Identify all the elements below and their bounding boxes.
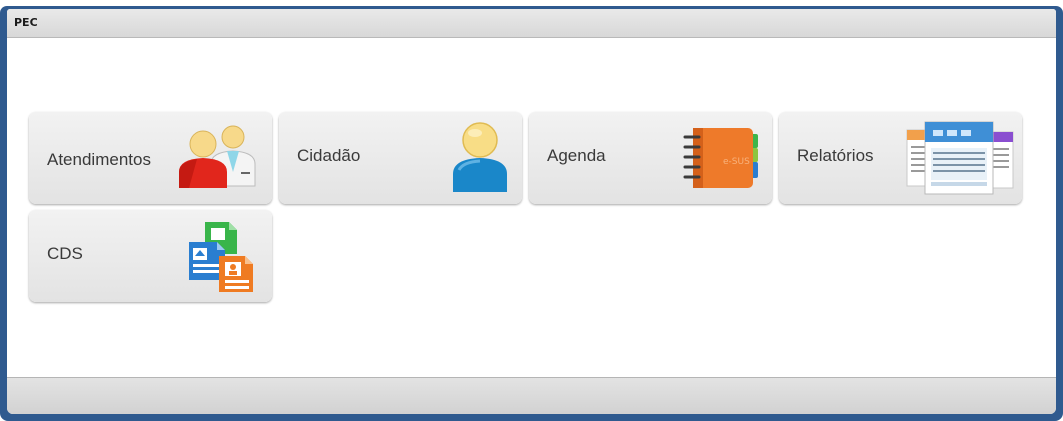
agenda-book-text: e-SUS: [723, 157, 750, 167]
tile-atendimentos-label: Atendimentos: [47, 150, 151, 169]
window-frame: PEC Atendimentos Cidadão Agenda e-SUS Re…: [0, 6, 1063, 421]
tile-agenda[interactable]: Agenda e-SUS: [529, 112, 772, 204]
tile-relatorios[interactable]: Relatórios: [779, 112, 1022, 204]
window-title: PEC: [14, 16, 38, 29]
tile-cidadao-label: Cidadão: [297, 146, 361, 165]
tile-cds[interactable]: CDS: [29, 210, 272, 302]
reports-icon: [906, 121, 1014, 195]
people-icon: [179, 125, 256, 188]
window-titlebar: PEC: [7, 9, 1056, 38]
window-footer: [7, 377, 1056, 414]
agenda-book-icon: e-SUS: [683, 128, 758, 188]
tile-cidadao[interactable]: Cidadão: [279, 112, 522, 204]
tile-relatorios-label: Relatórios: [797, 146, 874, 165]
tile-atendimentos[interactable]: Atendimentos: [29, 112, 272, 204]
tile-agenda-label: Agenda: [547, 146, 606, 165]
window-panel: PEC Atendimentos Cidadão Agenda e-SUS Re…: [7, 9, 1056, 414]
cds-forms-icon: [189, 222, 253, 292]
tile-cds-label: CDS: [47, 244, 83, 263]
user-icon: [453, 122, 507, 192]
